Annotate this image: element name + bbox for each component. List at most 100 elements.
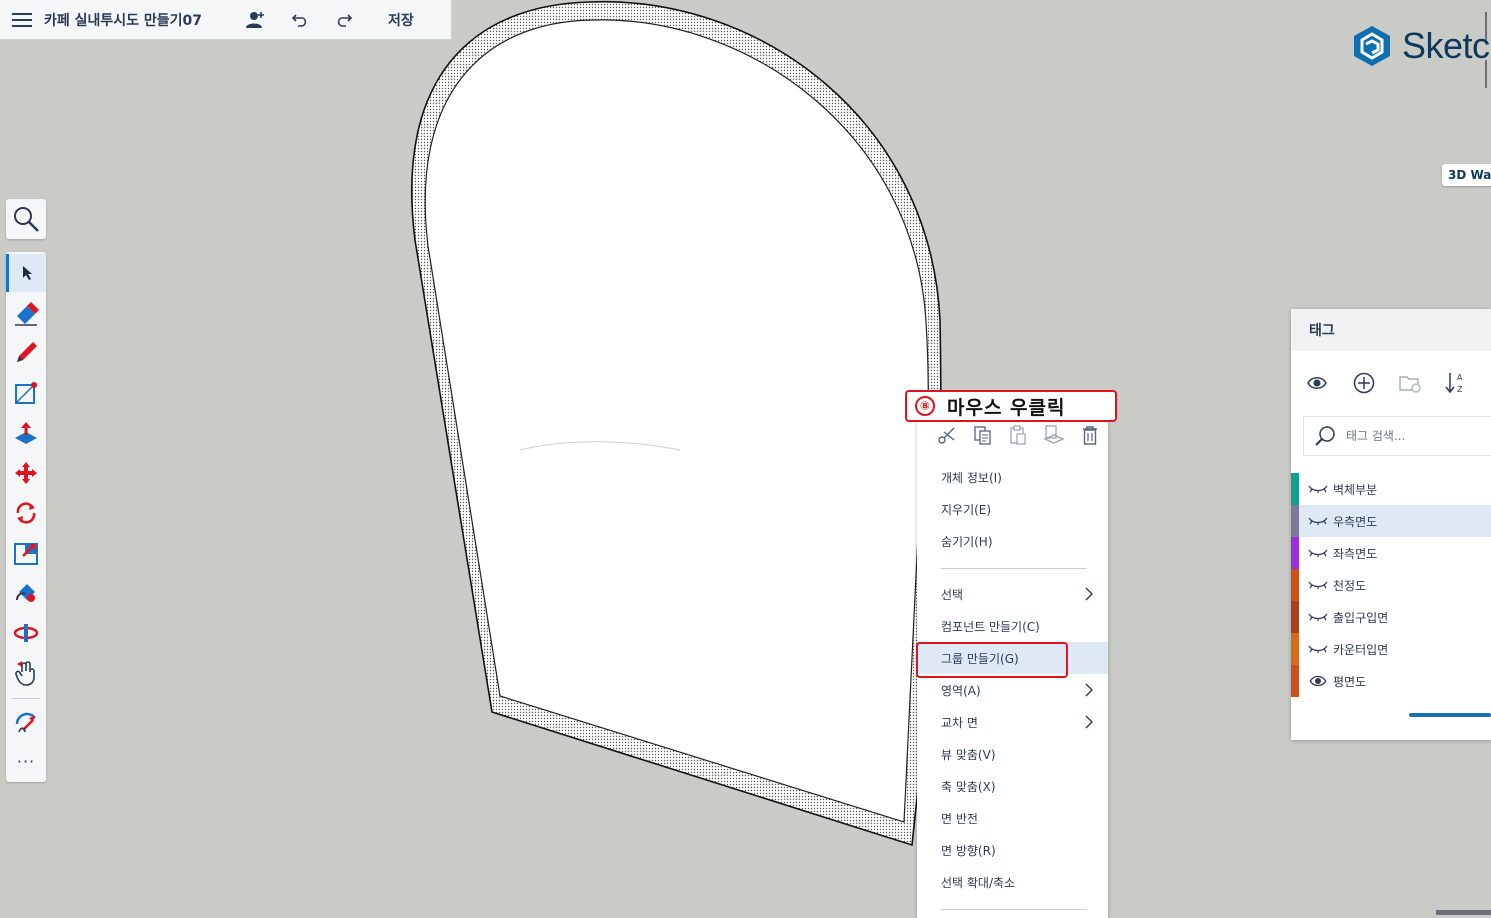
tag-color-swatch[interactable] [1291, 633, 1299, 665]
add-tag-button[interactable] [1353, 372, 1399, 394]
tag-visibility-toggle[interactable] [1303, 484, 1333, 494]
menu-item-align-view[interactable]: 뷰 맞춤(V) [917, 738, 1108, 770]
delete-button[interactable] [1072, 425, 1108, 445]
tag-color-swatch[interactable] [1291, 537, 1299, 569]
tag-color-swatch[interactable] [1291, 601, 1299, 633]
tag-name: 벽체부분 [1333, 482, 1378, 497]
menu-item-erase[interactable]: 지우기(E) [917, 493, 1108, 525]
menu-item-label: 영역(A) [941, 683, 981, 698]
3d-warehouse-button[interactable]: 3D Wa [1442, 164, 1491, 186]
menu-item-zoom-selection[interactable]: 선택 확대/축소 [917, 866, 1108, 898]
tag-color-swatch[interactable] [1291, 665, 1299, 697]
tags-panel: 태그 AZ 벽체부분 우측면도 좌측면도 천정도 [1291, 309, 1491, 740]
tags-scrollbar[interactable] [1409, 713, 1491, 717]
menu-item-orient-faces[interactable]: 면 방향(R) [917, 834, 1108, 866]
tag-row[interactable]: 출입구입면 [1291, 601, 1491, 633]
paste-button[interactable] [1001, 425, 1037, 445]
tool-palette: ··· [6, 252, 46, 782]
pan-tool[interactable] [6, 654, 46, 692]
menu-item-label: 면 반전 [941, 811, 978, 826]
tag-row[interactable]: 카운터입면 [1291, 633, 1491, 665]
tag-search [1303, 416, 1491, 456]
tag-visibility-toggle[interactable] [1303, 644, 1333, 654]
menu-item-label: 선택 [941, 587, 964, 602]
tag-visibility-toggle[interactable] [1303, 548, 1333, 558]
menu-item-label: 개체 정보(I) [941, 470, 1002, 485]
modeling-canvas[interactable] [0, 0, 1491, 918]
arch-face-inner[interactable] [424, 19, 929, 823]
add-folder-button[interactable] [1399, 373, 1445, 393]
paste-in-place-icon [1043, 425, 1065, 444]
bottom-edge-handle[interactable] [1436, 910, 1491, 915]
tag-visibility-toggle[interactable] [1303, 612, 1333, 622]
orbit-tool[interactable] [6, 614, 46, 652]
menu-item-hide[interactable]: 숨기기(H) [917, 525, 1108, 557]
context-menu-toolbar [917, 420, 1108, 450]
scale-icon [14, 543, 38, 565]
tag-color-swatch[interactable] [1291, 505, 1299, 537]
toggle-visibility-button[interactable] [1307, 376, 1353, 390]
cut-button[interactable] [929, 426, 965, 444]
tags-panel-title: 태그 [1291, 309, 1491, 351]
tag-row[interactable]: 좌측면도 [1291, 537, 1491, 569]
sort-button[interactable]: AZ [1445, 371, 1491, 395]
follow-me-tool[interactable] [6, 704, 46, 742]
redo-icon [337, 13, 353, 27]
tag-row[interactable]: 천정도 [1291, 569, 1491, 601]
paste-in-place-button[interactable] [1036, 425, 1072, 445]
eye-closed-icon [1308, 613, 1328, 621]
menu-item-select[interactable]: 선택 [917, 578, 1108, 610]
plus-circle-icon [1353, 372, 1375, 394]
tag-color-swatch[interactable] [1291, 473, 1299, 505]
search-tool-button[interactable] [6, 199, 46, 239]
menu-item-intersect-faces[interactable]: 교차 면 [917, 706, 1108, 738]
line-tool[interactable] [6, 334, 46, 372]
more-tools-button[interactable]: ··· [6, 742, 46, 780]
scale-tool[interactable] [6, 534, 46, 572]
rotate-tool[interactable] [6, 494, 46, 532]
scissors-icon [938, 427, 955, 444]
rotate-icon [16, 502, 36, 524]
menu-item-reverse-faces[interactable]: 면 반전 [917, 802, 1108, 834]
menu-button[interactable] [0, 0, 44, 40]
rectangle-tool[interactable] [6, 374, 46, 412]
push-pull-tool[interactable] [6, 414, 46, 452]
brand-wordmark: Sketc [1402, 25, 1490, 66]
arch-inner-arc [519, 441, 681, 451]
tag-visibility-toggle[interactable] [1303, 675, 1333, 687]
paint-bucket-tool[interactable] [6, 574, 46, 612]
move-tool[interactable] [6, 454, 46, 492]
copy-button[interactable] [965, 425, 1001, 445]
menu-item-entity-info[interactable]: 개체 정보(I) [917, 461, 1108, 493]
tag-visibility-toggle[interactable] [1303, 516, 1333, 526]
tag-row[interactable]: 평면도 [1291, 665, 1491, 697]
panel-collapse-marks[interactable] [1485, 12, 1491, 92]
tag-row[interactable]: 벽체부분 [1291, 473, 1491, 505]
redo-button[interactable] [322, 0, 366, 40]
folder-add-icon [1399, 376, 1421, 393]
sort-az-icon: AZ [1445, 373, 1463, 394]
save-button[interactable]: 저장 [378, 4, 424, 36]
tag-name: 우측면도 [1333, 514, 1378, 529]
tag-visibility-toggle[interactable] [1303, 580, 1333, 590]
undo-button[interactable] [278, 0, 322, 40]
sketchup-logo-icon [1354, 26, 1390, 66]
orbit-icon [13, 624, 39, 642]
tag-row[interactable]: 우측면도 [1291, 505, 1491, 537]
chevron-right-icon [1085, 715, 1093, 729]
arch-face-outer[interactable] [411, 0, 942, 847]
tag-name: 평면도 [1333, 674, 1367, 689]
menu-item-make-component[interactable]: 컴포넌트 만들기(C) [917, 610, 1108, 642]
callout-text: 마우스 우클릭 [947, 396, 1066, 419]
menu-item-label: 숨기기(H) [941, 534, 993, 549]
document-title[interactable]: 카페 실내투시도 만들기07 [44, 10, 234, 30]
copy-icon [974, 426, 991, 445]
paste-icon [1010, 425, 1027, 445]
tag-search-input[interactable] [1346, 429, 1486, 443]
menu-item-area[interactable]: 영역(A) [917, 674, 1108, 706]
menu-item-align-axes[interactable]: 축 맞춤(X) [917, 770, 1108, 802]
tag-color-swatch[interactable] [1291, 569, 1299, 601]
select-tool[interactable] [6, 254, 46, 292]
share-button[interactable] [234, 0, 278, 40]
eraser-tool[interactable] [6, 294, 46, 332]
